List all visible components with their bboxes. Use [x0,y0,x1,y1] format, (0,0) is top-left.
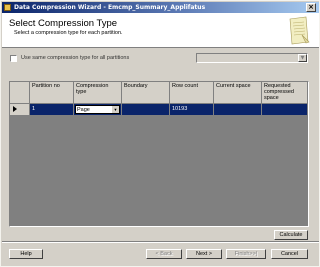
partition-grid[interactable]: Partition no Compression type Boundary R… [9,81,309,227]
page-subtitle: Select a compression type for each parti… [14,30,123,36]
cell-boundary[interactable] [122,104,170,115]
close-icon: × [308,3,314,11]
help-button[interactable]: Help [9,249,43,259]
column-header-row-count[interactable]: Row count [170,82,214,104]
close-button[interactable]: × [306,3,316,12]
compression-type-select[interactable]: Page ▼ [75,105,120,114]
page-title: Select Compression Type [9,18,118,29]
same-type-checkbox[interactable] [10,55,17,62]
footer-separator [2,241,319,243]
next-button[interactable]: Next > [186,249,222,259]
chevron-down-icon[interactable]: ▼ [112,106,119,113]
column-header-compression[interactable]: Compression type [74,82,122,104]
finish-button[interactable]: Finish>>| [226,249,266,259]
title-bar[interactable]: Data Compression Wizard - Emcmp_Summary_… [2,2,319,13]
compression-type-combo[interactable]: ▼ [196,53,308,63]
app-icon [4,4,11,11]
cell-row-count[interactable]: 10193 [170,104,214,115]
back-button[interactable]: < Back [146,249,182,259]
table-row[interactable]: 1 Page ▼ 10193 [10,104,308,115]
chevron-down-icon[interactable]: ▼ [298,54,307,62]
wizard-graphic-icon [289,16,310,45]
column-header-boundary[interactable]: Boundary [122,82,170,104]
compression-type-value: Page [77,107,90,113]
calculate-button[interactable]: Calculate [274,230,308,240]
cancel-button[interactable]: Cancel [271,249,308,259]
column-header-partition[interactable]: Partition no [30,82,74,104]
cell-partition[interactable]: 1 [30,104,74,115]
cell-current-space[interactable] [214,104,262,115]
window-title: Data Compression Wizard - Emcmp_Summary_… [14,4,206,11]
wizard-header: Select Compression Type Select a compres… [2,13,319,48]
cell-requested-space[interactable] [262,104,308,115]
wizard-window: Data Compression Wizard - Emcmp_Summary_… [0,0,320,267]
row-header-corner [10,82,30,104]
column-header-current-space[interactable]: Current space [214,82,262,104]
column-header-requested-space[interactable]: Requested compressed space [262,82,308,104]
grid-header: Partition no Compression type Boundary R… [10,82,308,104]
same-type-label: Use same compression type for all partit… [21,55,130,61]
cell-compression[interactable]: Page ▼ [74,104,122,115]
